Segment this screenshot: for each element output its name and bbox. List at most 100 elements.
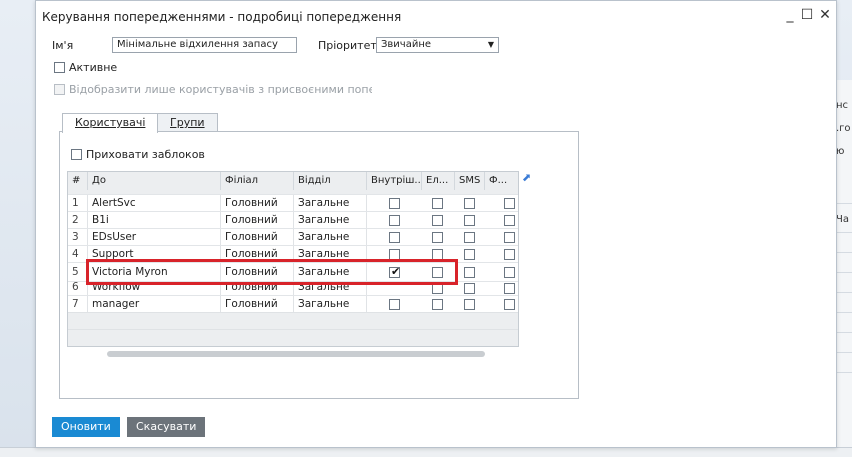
show-only-assigned-label: Відобразити лише користувачів з присвоєн…	[69, 83, 372, 96]
priority-select[interactable]: Звичайне ▼	[376, 37, 499, 53]
internal-checkbox[interactable]	[389, 198, 400, 209]
sms-checkbox[interactable]	[464, 299, 475, 310]
recipient-branch: Головний	[221, 229, 294, 245]
email-checkbox[interactable]	[432, 232, 443, 243]
recipient-branch: Головний	[221, 212, 294, 228]
table-row[interactable]: 1 AlertSvc Головний Загальне	[68, 194, 518, 211]
hide-locked-checkbox[interactable]	[71, 149, 82, 160]
recipient-department: Загальне	[294, 246, 367, 262]
column-header-department[interactable]: Відділ	[294, 172, 367, 190]
row-number: 2	[68, 212, 88, 228]
internal-checkbox[interactable]	[389, 299, 400, 310]
recipient-department: Загальне	[294, 195, 367, 211]
priority-label: Пріоритет	[318, 39, 377, 52]
table-row[interactable]: 6 Workflow Головний Загальне	[68, 281, 518, 295]
recipient-name[interactable]: Workflow	[88, 282, 221, 295]
table-row[interactable]: 4 Support Головний Загальне	[68, 245, 518, 262]
show-only-assigned-checkbox[interactable]	[54, 84, 65, 95]
recipient-name[interactable]: Support	[88, 246, 221, 262]
internal-checkbox[interactable]: ✔	[389, 265, 401, 278]
name-input[interactable]: Мінімальне відхилення запасу	[112, 37, 297, 53]
maximize-icon[interactable]: ☐	[799, 7, 815, 23]
recipients-grid: # До Філіал Відділ Внутріш... Ел... SMS …	[67, 171, 519, 347]
fax-checkbox[interactable]	[504, 299, 515, 310]
title-bar: Керування попередженнями - подробиці поп…	[36, 1, 836, 31]
tab-groups[interactable]: Групи	[157, 113, 218, 132]
column-header-number[interactable]: #	[68, 172, 88, 190]
background-text: ю	[836, 146, 845, 157]
update-button[interactable]: Оновити	[52, 417, 120, 437]
table-row[interactable]: 3 EDsUser Головний Загальне	[68, 228, 518, 245]
horizontal-scrollbar[interactable]	[107, 351, 485, 357]
column-header-branch[interactable]: Філіал	[221, 172, 294, 190]
email-checkbox[interactable]	[432, 198, 443, 209]
row-number: 4	[68, 246, 88, 262]
recipient-name[interactable]: AlertSvc	[88, 195, 221, 211]
fax-checkbox[interactable]	[504, 283, 515, 294]
active-label: Активне	[69, 61, 118, 74]
row-number: 5	[68, 263, 88, 281]
sms-checkbox[interactable]	[464, 249, 475, 260]
column-header-internal[interactable]: Внутріш...	[367, 172, 422, 190]
email-checkbox[interactable]	[432, 215, 443, 226]
table-row[interactable]: 7 manager Головний Загальне	[68, 295, 518, 312]
row-number: 6	[68, 282, 88, 295]
row-number: 1	[68, 195, 88, 211]
recipient-department: Загальне	[294, 229, 367, 245]
recipient-branch: Головний	[221, 246, 294, 262]
hide-locked-label: Приховати заблоков	[86, 148, 205, 161]
internal-checkbox[interactable]	[389, 249, 400, 260]
recipient-branch: Головний	[221, 195, 294, 211]
background-text: Ча	[836, 214, 849, 225]
sms-checkbox[interactable]	[464, 198, 475, 209]
active-checkbox[interactable]	[54, 62, 65, 73]
recipient-branch: Головний	[221, 282, 294, 295]
fax-checkbox[interactable]	[504, 198, 515, 209]
empty-row[interactable]	[68, 329, 518, 346]
column-header-to[interactable]: До	[88, 172, 221, 190]
table-row[interactable]: 5 Victoria Myron Головний Загальне ✔	[68, 262, 518, 281]
empty-row[interactable]	[68, 312, 518, 329]
fax-checkbox[interactable]	[504, 249, 515, 260]
tab-users-label: Користувачі	[75, 116, 146, 129]
column-header-email[interactable]: Ел...	[422, 172, 455, 190]
sms-checkbox[interactable]	[464, 232, 475, 243]
row-number: 3	[68, 229, 88, 245]
email-checkbox[interactable]	[432, 283, 443, 294]
expand-arrow-icon[interactable]: ⬈	[522, 172, 532, 183]
cancel-button[interactable]: Скасувати	[127, 417, 206, 437]
recipient-department: Загальне	[294, 212, 367, 228]
internal-checkbox[interactable]	[389, 232, 400, 243]
sms-checkbox[interactable]	[464, 215, 475, 226]
fax-checkbox[interactable]	[504, 215, 515, 226]
recipient-department: Загальне	[294, 296, 367, 312]
column-header-sms[interactable]: SMS	[455, 172, 485, 190]
recipient-name[interactable]: EDsUser	[88, 229, 221, 245]
email-checkbox[interactable]	[432, 299, 443, 310]
fax-checkbox[interactable]	[504, 232, 515, 243]
background-text: нс	[836, 100, 849, 111]
internal-checkbox[interactable]	[389, 215, 400, 226]
minimize-icon[interactable]: _	[782, 7, 798, 23]
tab-groups-label: Групи	[170, 116, 205, 129]
recipient-name[interactable]: manager	[88, 296, 221, 312]
checkmark-icon: ✔	[391, 265, 401, 278]
fax-checkbox[interactable]	[504, 267, 515, 278]
recipient-branch: Головний	[221, 296, 294, 312]
sms-checkbox[interactable]	[464, 267, 475, 278]
recipient-department: Загальне	[294, 282, 367, 295]
row-number: 7	[68, 296, 88, 312]
column-header-fax[interactable]: Ф...	[485, 172, 518, 190]
table-row[interactable]: 2 B1i Головний Загальне	[68, 211, 518, 228]
email-checkbox[interactable]	[432, 267, 443, 278]
alert-details-dialog: Керування попередженнями - подробиці поп…	[35, 0, 837, 448]
recipient-name[interactable]: Victoria Myron	[88, 263, 221, 281]
window-title: Керування попередженнями - подробиці поп…	[42, 10, 402, 24]
name-label: Ім'я	[52, 39, 74, 52]
close-icon[interactable]: ✕	[817, 7, 833, 23]
recipient-name[interactable]: B1i	[88, 212, 221, 228]
sms-checkbox[interactable]	[464, 283, 475, 294]
background-text: .го	[836, 123, 851, 134]
email-checkbox[interactable]	[432, 249, 443, 260]
tab-users[interactable]: Користувачі	[62, 113, 159, 133]
